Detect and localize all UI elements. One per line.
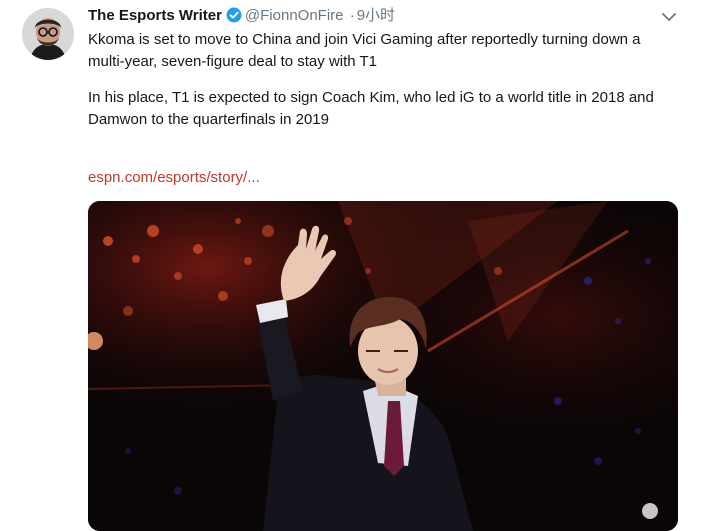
meta-separator: · xyxy=(349,7,355,24)
author-handle[interactable]: @FionnOnFire xyxy=(245,7,344,24)
chevron-down-icon[interactable] xyxy=(660,10,678,24)
avatar[interactable] xyxy=(22,8,74,60)
verified-badge-icon xyxy=(226,7,242,29)
tweet-photo[interactable] xyxy=(88,201,678,531)
tweet-text: Kkoma is set to move to China and join V… xyxy=(88,29,678,131)
tweet-paragraph-1: Kkoma is set to move to China and join V… xyxy=(88,31,641,70)
tweet-header: The Esports Writer @FionnOnFire · 9小时 xyxy=(88,6,395,26)
author-name[interactable]: The Esports Writer xyxy=(88,7,222,24)
tweet-timestamp[interactable]: 9小时 xyxy=(357,7,395,24)
tweet-card[interactable]: The Esports Writer @FionnOnFire · 9小时 Kkom… xyxy=(0,0,704,531)
article-link[interactable]: espn.com/esports/story/... xyxy=(88,167,260,189)
tweet-paragraph-2: In his place, T1 is expected to sign Coa… xyxy=(88,89,654,128)
